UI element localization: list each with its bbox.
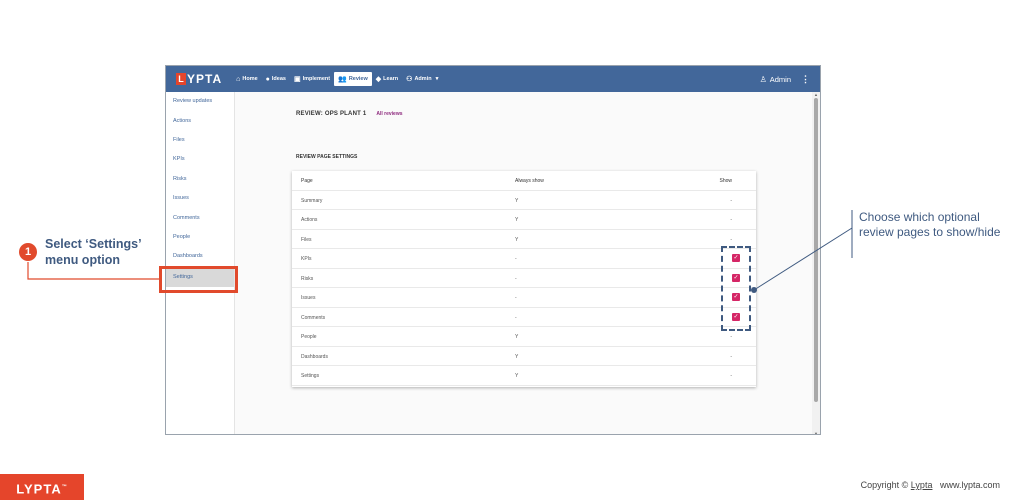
step-instruction: Select ‘Settings’ menu option — [45, 237, 141, 267]
show-column-highlight — [721, 246, 751, 331]
website-link[interactable]: www.lypta.com — [940, 480, 1000, 490]
trademark: ™ — [61, 484, 68, 490]
copyright-prefix: Copyright © — [860, 480, 909, 490]
callout-connector-line — [753, 227, 853, 291]
footer-logo: LYPTA™ — [0, 474, 84, 500]
step-number-badge: 1 — [19, 243, 37, 261]
show-hide-callout: Choose which optional review pages to sh… — [859, 210, 1001, 239]
footer-logo-text: LYPTA — [16, 481, 62, 497]
callout-anchor-dot — [751, 287, 757, 293]
copyright: Copyright © Lypta www.lypta.com — [861, 480, 1000, 490]
copyright-brand-link[interactable]: Lypta — [911, 480, 933, 490]
